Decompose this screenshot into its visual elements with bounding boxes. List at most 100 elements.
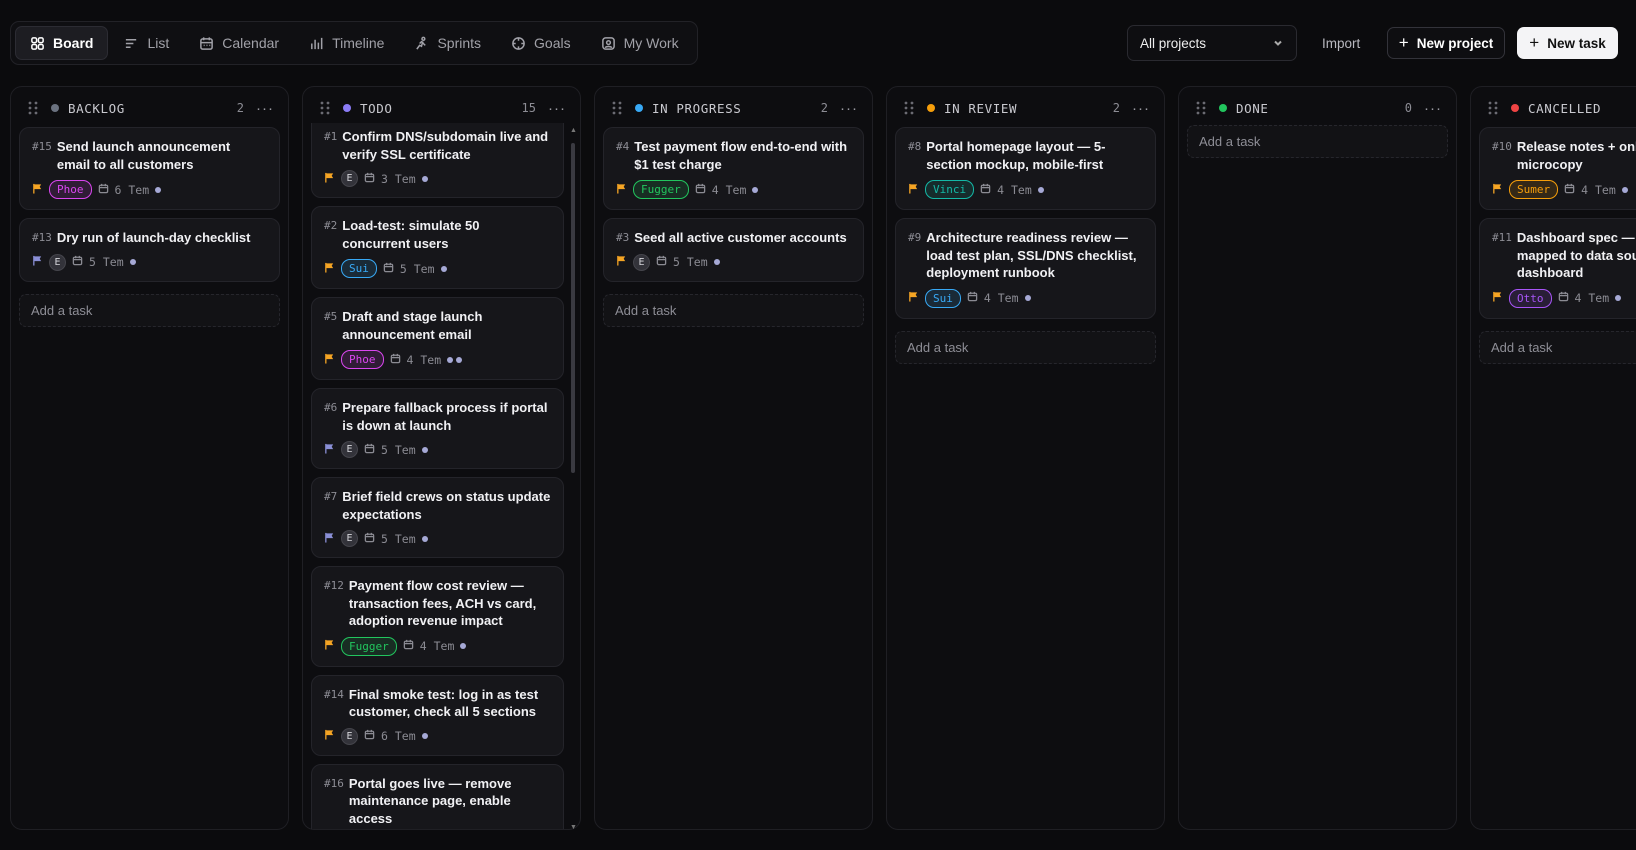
assignee-chip[interactable]: Fugger	[341, 636, 397, 656]
tab-my-work[interactable]: My Work	[587, 26, 693, 60]
priority-flag-icon	[324, 172, 335, 186]
task-title: Dry run of launch-day checklist	[56, 230, 251, 245]
task-card[interactable]: #1 Confirm DNS/subdomain live and verify …	[311, 123, 564, 198]
tab-goals[interactable]: Goals	[497, 26, 585, 60]
avatar[interactable]: E	[341, 727, 358, 745]
task-number: #3	[616, 231, 630, 244]
task-card[interactable]: #7 Brief field crews on status update exp…	[311, 477, 564, 558]
column-body: #15 Send launch announcement email to all…	[19, 127, 280, 829]
due-date: 4 Tem	[711, 182, 747, 197]
assignee-chip[interactable]: Otto	[1509, 288, 1552, 308]
task-meta: E 5 Tem	[324, 530, 551, 547]
assignee-chip[interactable]: Sumer	[1509, 180, 1559, 199]
calendar-icon	[967, 291, 978, 305]
progress-dots	[1621, 186, 1628, 193]
avatar[interactable]: E	[341, 530, 358, 547]
scroll-up-icon[interactable]: ▲	[570, 127, 577, 134]
avatar[interactable]: E	[341, 441, 358, 458]
more-options-icon[interactable]: ···	[256, 101, 274, 116]
task-card[interactable]: #10 Release notes + onboarding microcopy S…	[1479, 127, 1636, 210]
progress-dot	[421, 733, 428, 739]
drag-handle-icon[interactable]	[27, 101, 39, 115]
task-card[interactable]: #15 Send launch announcement email to all…	[19, 127, 280, 210]
column-title: CANCELLED	[1528, 100, 1602, 116]
tab-label: Calendar	[222, 35, 280, 51]
tab-label: Sprints	[437, 35, 482, 51]
task-title-row: #5 Draft and stage launch announcement em…	[324, 308, 551, 343]
task-card[interactable]: #14 Final smoke test: log in as test cust…	[311, 674, 564, 756]
column-header: IN PROGRESS 2 ···	[595, 87, 872, 129]
assignee-chip[interactable]: Phoe	[341, 350, 384, 369]
calendar-icon	[383, 262, 394, 276]
task-card[interactable]: #9 Architecture readiness review — load t…	[895, 218, 1156, 319]
progress-dots	[129, 259, 136, 265]
add-task-button[interactable]: Add a task	[895, 330, 1156, 364]
add-task-button[interactable]: Add a task	[603, 293, 864, 327]
column-count: 2	[236, 101, 244, 115]
progress-dots	[155, 186, 162, 193]
assignee-chip[interactable]: Vinci	[925, 180, 975, 199]
priority-flag-icon	[616, 183, 627, 197]
task-meta: Phoe 4 Tem	[324, 350, 551, 369]
column-count: 0	[1404, 101, 1412, 115]
avatar[interactable]: E	[49, 253, 66, 271]
assignee-chip[interactable]: Sui	[925, 288, 961, 308]
more-options-icon[interactable]: ···	[1424, 101, 1442, 116]
task-card[interactable]: #12 Payment flow cost review — transactio…	[311, 566, 564, 667]
more-options-icon[interactable]: ···	[1132, 101, 1150, 116]
scroll-down-icon[interactable]: ▼	[570, 824, 577, 830]
scrollbar[interactable]: ▲ ▼	[570, 127, 577, 830]
assignee-chip[interactable]: Fugger	[633, 180, 689, 199]
tab-label: Timeline	[332, 35, 385, 51]
tab-timeline[interactable]: Timeline	[295, 26, 398, 60]
task-title-row: #9 Architecture readiness review — load t…	[908, 229, 1143, 282]
task-title-row: #7 Brief field crews on status update exp…	[324, 488, 551, 523]
column-backlog: BACKLOG 2 ··· #15 Send launch announcement e…	[10, 86, 289, 830]
add-task-button[interactable]: Add a task	[19, 293, 280, 327]
project-select[interactable]: All projects	[1127, 25, 1297, 61]
drag-handle-icon[interactable]	[611, 101, 623, 115]
plus-icon: +	[1398, 32, 1409, 52]
drag-handle-icon[interactable]	[319, 101, 331, 115]
grid-icon	[31, 36, 44, 50]
task-card[interactable]: #16 Portal goes live — remove maintenance…	[311, 763, 564, 829]
calendar-icon	[200, 36, 214, 50]
new-task-button[interactable]: + New task	[1517, 27, 1618, 59]
drag-handle-icon[interactable]	[903, 101, 915, 115]
task-card[interactable]: #8 Portal homepage layout — 5-section moc…	[895, 127, 1156, 210]
task-card[interactable]: #4 Test payment flow end-to-end with $1 t…	[603, 127, 864, 210]
task-title-row: #4 Test payment flow end-to-end with $1 t…	[616, 138, 851, 173]
task-meta: E 3 Tem	[324, 170, 551, 187]
avatar[interactable]: E	[341, 170, 358, 187]
tab-sprints[interactable]: Sprints	[400, 26, 495, 60]
assignee-chip[interactable]: Phoe	[49, 180, 92, 199]
tab-calendar[interactable]: Calendar	[185, 26, 293, 60]
add-task-button[interactable]: Add a task	[1187, 125, 1448, 158]
task-card[interactable]: #5 Draft and stage launch announcement em…	[311, 297, 564, 380]
task-card[interactable]: #2 Load-test: simulate 50 concurrent user…	[311, 206, 564, 289]
import-button[interactable]: Import	[1310, 25, 1372, 61]
avatar[interactable]: E	[633, 253, 650, 271]
more-options-icon[interactable]: ···	[548, 101, 566, 116]
tab-board[interactable]: Board	[15, 26, 109, 60]
calendar-icon	[390, 353, 401, 367]
progress-dots	[713, 259, 720, 265]
add-task-button[interactable]: Add a task	[1479, 330, 1636, 364]
new-project-button[interactable]: + New project	[1387, 27, 1505, 59]
task-card[interactable]: #11 Dashboard spec — 5 sections mapped to…	[1479, 218, 1636, 319]
task-card[interactable]: #13 Dry run of launch-day checklist E 5 Tem	[19, 218, 280, 282]
user-box-icon	[601, 36, 615, 50]
task-card[interactable]: #6 Prepare fallback process if portal is …	[311, 388, 564, 469]
more-options-icon[interactable]: ···	[840, 101, 858, 116]
task-number: #1	[324, 130, 338, 143]
priority-flag-icon	[32, 183, 43, 197]
tab-list[interactable]: List	[110, 26, 183, 60]
drag-handle-icon[interactable]	[1487, 101, 1499, 115]
calendar-icon	[403, 639, 414, 653]
task-card[interactable]: #3 Seed all active customer accounts E 5 Te…	[603, 218, 864, 282]
assignee-chip[interactable]: Sui	[341, 259, 377, 278]
progress-dots	[1024, 295, 1031, 301]
due-date: 5 Tem	[89, 255, 124, 269]
drag-handle-icon[interactable]	[1195, 101, 1207, 115]
scroll-thumb[interactable]	[571, 143, 575, 473]
